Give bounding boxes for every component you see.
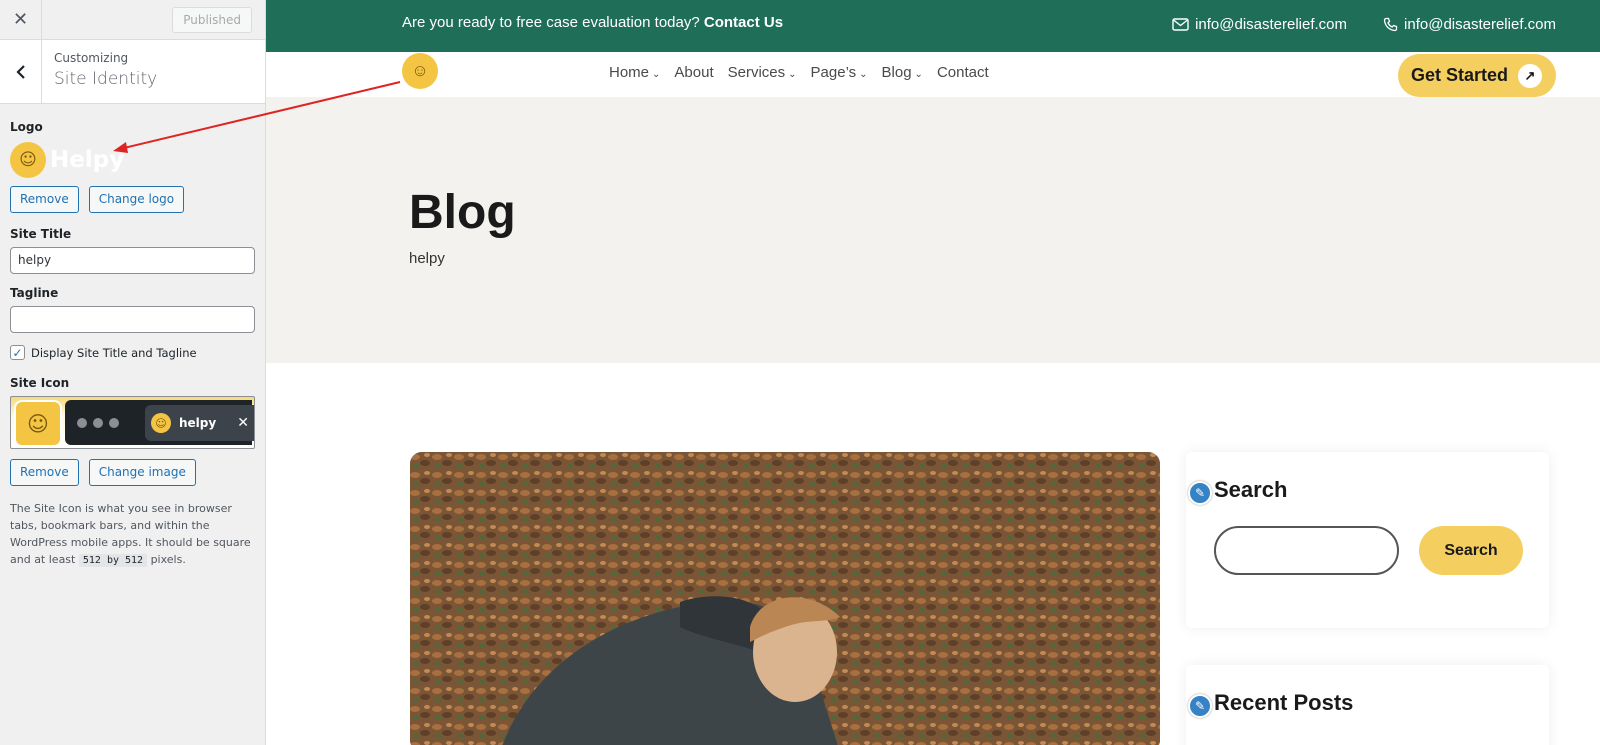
autumn-leaves-photo [410, 452, 1160, 745]
customizer-controls: Logo ☺ Helpy Remove Change logo Site Tit… [0, 104, 265, 569]
page-subtitle: helpy [409, 250, 445, 267]
window-dot-icon [93, 417, 103, 428]
search-button[interactable]: Search [1419, 526, 1523, 575]
logo-actions: Remove Change logo [10, 186, 255, 213]
page-hero: Blog helpy [266, 97, 1600, 363]
site-icon-label: Site Icon [10, 376, 70, 390]
published-button[interactable]: Published [172, 6, 252, 33]
site-icon-description: The Site Icon is what you see in browser… [10, 500, 255, 569]
nav-item-about[interactable]: About [674, 64, 713, 81]
search-widget: ✎ Search Search [1186, 452, 1549, 628]
search-widget-title: Search [1214, 477, 1288, 502]
phone-contact[interactable]: info@disasterelief.com [1383, 16, 1556, 33]
site-icon-size-code: 512 by 512 [78, 554, 148, 567]
email-contact[interactable]: info@disasterelief.com [1172, 16, 1347, 33]
close-customizer-button[interactable]: ✕ [0, 0, 42, 40]
back-chevron-icon [15, 64, 25, 79]
page-title: Blog [409, 186, 516, 239]
pencil-edit-icon[interactable]: ✎ [1188, 694, 1212, 718]
window-dot-icon [109, 417, 119, 428]
nav-item-label: Services [727, 64, 786, 81]
site-title-label: Site Title [10, 227, 72, 241]
arrow-up-right-icon: ↗ [1518, 63, 1542, 88]
pencil-edit-icon[interactable]: ✎ [1188, 481, 1212, 505]
phone-contact-text: info@disasterelief.com [1404, 16, 1556, 33]
top-bar-prompt-text: Are you ready to free case evaluation to… [402, 14, 700, 31]
helpy-logo-icon: ☺ [10, 142, 46, 178]
tab-close-icon: ✕ [237, 415, 249, 431]
nav-item-contact[interactable]: Contact [937, 64, 989, 81]
site-icon-description-suffix: pixels. [150, 553, 186, 566]
search-input[interactable] [1214, 526, 1399, 575]
site-title-input[interactable]: helpy [10, 247, 255, 274]
remove-site-icon-button[interactable]: Remove [10, 459, 79, 486]
favicon-icon: ☺ [151, 413, 171, 433]
nav-item-label: About [674, 64, 714, 81]
nav-item-home[interactable]: Home ⌄ [609, 64, 660, 81]
section-title: Site Identity [54, 69, 158, 89]
section-header: Customizing Site Identity [0, 40, 265, 104]
chevron-down-icon: ⌄ [652, 69, 661, 80]
browser-tab-preview: ☺ helpy ✕ [145, 405, 254, 441]
display-title-tagline-row: ✓ Display Site Title and Tagline [10, 345, 255, 360]
nav-item-label: Home [609, 64, 650, 81]
top-bar-contacts: info@disasterelief.com info@disasterelie… [1172, 16, 1556, 33]
display-title-tagline-label[interactable]: Display Site Title and Tagline [31, 346, 197, 360]
chevron-down-icon: ⌄ [914, 69, 923, 80]
email-text: info@disasterelief.com [1195, 16, 1348, 33]
nav-item-label: Page’s [810, 64, 857, 81]
phone-icon [1383, 17, 1398, 32]
nav-item-label: Contact [936, 64, 989, 81]
customizer-panel: ✕ Published Customizing Site Identity Lo… [0, 0, 266, 745]
site-icon-actions: Remove Change image [10, 459, 255, 486]
close-icon: ✕ [12, 9, 29, 30]
window-dot-icon [77, 417, 87, 428]
change-image-button[interactable]: Change image [88, 459, 196, 486]
recent-posts-widget: ✎ Recent Posts [1186, 665, 1549, 745]
logo-preview-text: Helpy [50, 147, 125, 173]
change-logo-button[interactable]: Change logo [88, 186, 185, 213]
site-logo-icon[interactable]: ☺ [402, 53, 438, 89]
tagline-input[interactable] [10, 306, 255, 333]
get-started-button[interactable]: Get Started ↗ [1397, 54, 1556, 97]
site-icon-preview: ☺ ☺ helpy ✕ [10, 396, 255, 449]
section-titles: Customizing Site Identity [42, 40, 157, 103]
chevron-down-icon: ⌄ [859, 69, 868, 80]
nav-menu: Home ⌄ About Services ⌄ Page’s ⌄ Blog ⌄ Cont… [609, 64, 989, 81]
browser-tab-title: helpy [179, 416, 217, 430]
top-bar: Are you ready to free case evaluation to… [266, 0, 1600, 52]
get-started-label: Get Started [1410, 65, 1508, 85]
customizing-breadcrumb: Customizing [54, 51, 129, 65]
nav-item-blog[interactable]: Blog ⌄ [882, 64, 923, 81]
top-bar-prompt: Are you ready to free case evaluation to… [402, 14, 783, 31]
display-title-tagline-checkbox[interactable]: ✓ [10, 345, 25, 360]
featured-post-image[interactable] [410, 452, 1160, 745]
site-icon-large-icon: ☺ [16, 402, 60, 445]
recent-posts-title: Recent Posts [1214, 690, 1354, 715]
logo-preview[interactable]: ☺ Helpy [10, 140, 255, 180]
screen: ✕ Published Customizing Site Identity Lo… [0, 0, 1600, 745]
logo-label: Logo [10, 120, 43, 134]
email-icon [1172, 18, 1189, 31]
chevron-down-icon: ⌄ [788, 69, 797, 80]
site-preview: Are you ready to free case evaluation to… [266, 0, 1600, 745]
checkmark-icon: ✓ [12, 345, 23, 360]
main-nav: ☺ Home ⌄ About Services ⌄ Page’s ⌄ Blog ⌄ Co… [266, 52, 1600, 97]
customizer-header-bar: ✕ Published [0, 0, 265, 40]
back-button[interactable] [0, 40, 42, 103]
contact-us-link[interactable]: Contact Us [704, 14, 783, 31]
nav-item-pages[interactable]: Page’s ⌄ [811, 64, 868, 81]
nav-item-services[interactable]: Services ⌄ [728, 64, 797, 81]
remove-logo-button[interactable]: Remove [10, 186, 79, 213]
nav-item-label: Blog [881, 64, 912, 81]
tagline-label: Tagline [10, 286, 59, 300]
